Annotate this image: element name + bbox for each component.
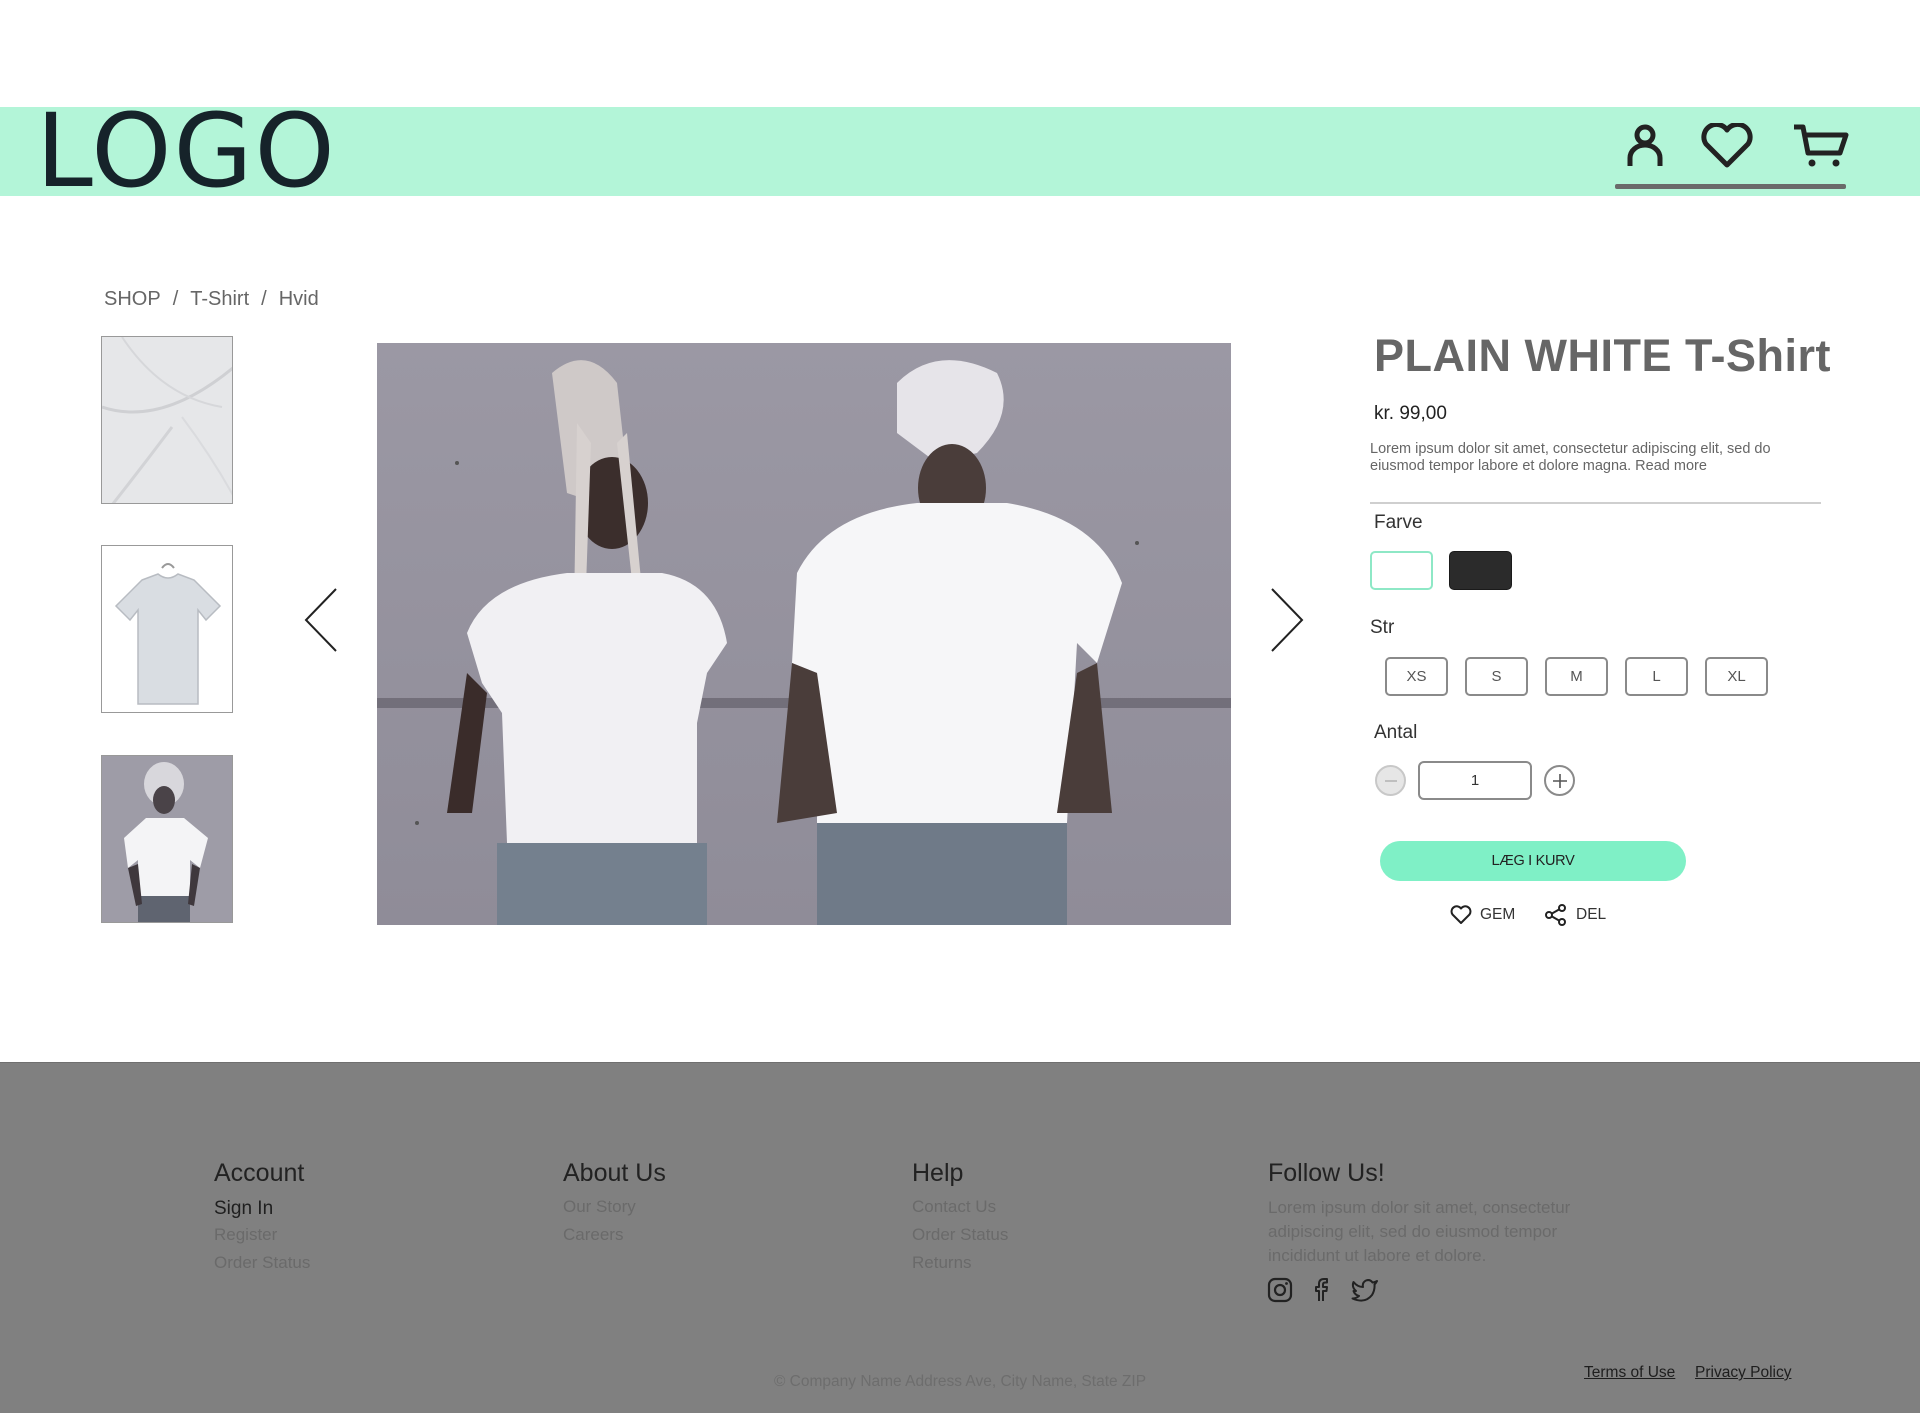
twitter-icon[interactable] <box>1351 1277 1378 1303</box>
footer-heading-help: Help <box>912 1159 964 1187</box>
next-image-arrow[interactable] <box>1266 585 1306 655</box>
footer-heading-account: Account <box>214 1159 305 1187</box>
size-m-button[interactable]: M <box>1545 657 1608 696</box>
increase-quantity-button[interactable] <box>1544 765 1575 796</box>
footer-link-contact-us[interactable]: Contact Us <box>912 1197 996 1217</box>
instagram-icon[interactable] <box>1267 1277 1293 1303</box>
footer-heading-about: About Us <box>563 1159 666 1187</box>
save-label: GEM <box>1480 906 1516 923</box>
footer-link-order-status[interactable]: Order Status <box>214 1253 310 1273</box>
add-to-cart-button[interactable]: LÆG I KURV <box>1380 841 1686 881</box>
size-xs-button[interactable]: XS <box>1385 657 1448 696</box>
size-s-button[interactable]: S <box>1465 657 1528 696</box>
footer-link-our-story[interactable]: Our Story <box>563 1197 636 1217</box>
breadcrumb: SHOP / T-Shirt / Hvid <box>104 288 319 311</box>
footer-follow-text: Lorem ipsum dolor sit amet, consectetur … <box>1268 1198 1571 1265</box>
breadcrumb-hvid[interactable]: Hvid <box>279 288 319 310</box>
size-label: Str <box>1370 617 1395 638</box>
product-title: PLAIN WHITE T-Shirt <box>1374 330 1831 381</box>
color-label: Farve <box>1374 512 1423 533</box>
thumbnail-model[interactable] <box>101 755 233 923</box>
breadcrumb-separator: / <box>172 288 179 310</box>
heart-outline-icon <box>1450 905 1472 924</box>
logo[interactable]: LOGO <box>36 101 337 203</box>
share-icon <box>1545 904 1566 926</box>
thumbnail-fabric[interactable] <box>101 336 233 504</box>
site-footer: Account Sign In Register Order Status Ab… <box>0 1062 1920 1413</box>
footer-link-register[interactable]: Register <box>214 1225 277 1245</box>
color-swatch-black[interactable] <box>1449 551 1512 590</box>
heart-icon[interactable] <box>1697 119 1757 173</box>
color-swatch-white[interactable] <box>1370 551 1433 590</box>
thumbnail-hanger[interactable] <box>101 545 233 713</box>
size-xl-button[interactable]: XL <box>1705 657 1768 696</box>
product-description: Lorem ipsum dolor sit amet, consectetur … <box>1370 441 1771 474</box>
footer-link-sign-in[interactable]: Sign In <box>214 1198 273 1220</box>
divider <box>1370 502 1821 504</box>
size-l-button[interactable]: L <box>1625 657 1688 696</box>
save-button[interactable]: GEM <box>1450 902 1515 928</box>
privacy-policy-link[interactable]: Privacy Policy <box>1695 1364 1791 1382</box>
header-icon-group <box>1615 119 1849 189</box>
prev-image-arrow[interactable] <box>302 585 342 655</box>
footer-heading-follow: Follow Us! <box>1268 1159 1385 1187</box>
quantity-input[interactable] <box>1418 761 1532 800</box>
footer-link-returns[interactable]: Returns <box>912 1253 972 1273</box>
footer-link-help-order-status[interactable]: Order Status <box>912 1225 1008 1245</box>
site-header: LOGO <box>0 101 1920 203</box>
header-underline <box>1615 184 1846 189</box>
product-price: kr. 99,00 <box>1374 403 1447 424</box>
decrease-quantity-button[interactable] <box>1375 765 1406 796</box>
breadcrumb-separator: / <box>261 288 267 310</box>
facebook-icon[interactable] <box>1308 1277 1334 1303</box>
breadcrumb-tshirt[interactable]: T-Shirt <box>190 288 249 310</box>
quantity-label: Antal <box>1374 722 1418 743</box>
share-label: DEL <box>1576 906 1607 923</box>
main-product-image <box>377 343 1231 925</box>
footer-link-careers[interactable]: Careers <box>563 1225 623 1245</box>
user-icon[interactable] <box>1615 119 1675 173</box>
share-button[interactable]: DEL <box>1544 902 1606 928</box>
minus-icon <box>1384 779 1397 782</box>
plus-icon <box>1552 773 1567 788</box>
terms-of-use-link[interactable]: Terms of Use <box>1584 1364 1675 1382</box>
cart-icon[interactable] <box>1791 119 1851 173</box>
breadcrumb-shop[interactable]: SHOP <box>104 288 161 310</box>
